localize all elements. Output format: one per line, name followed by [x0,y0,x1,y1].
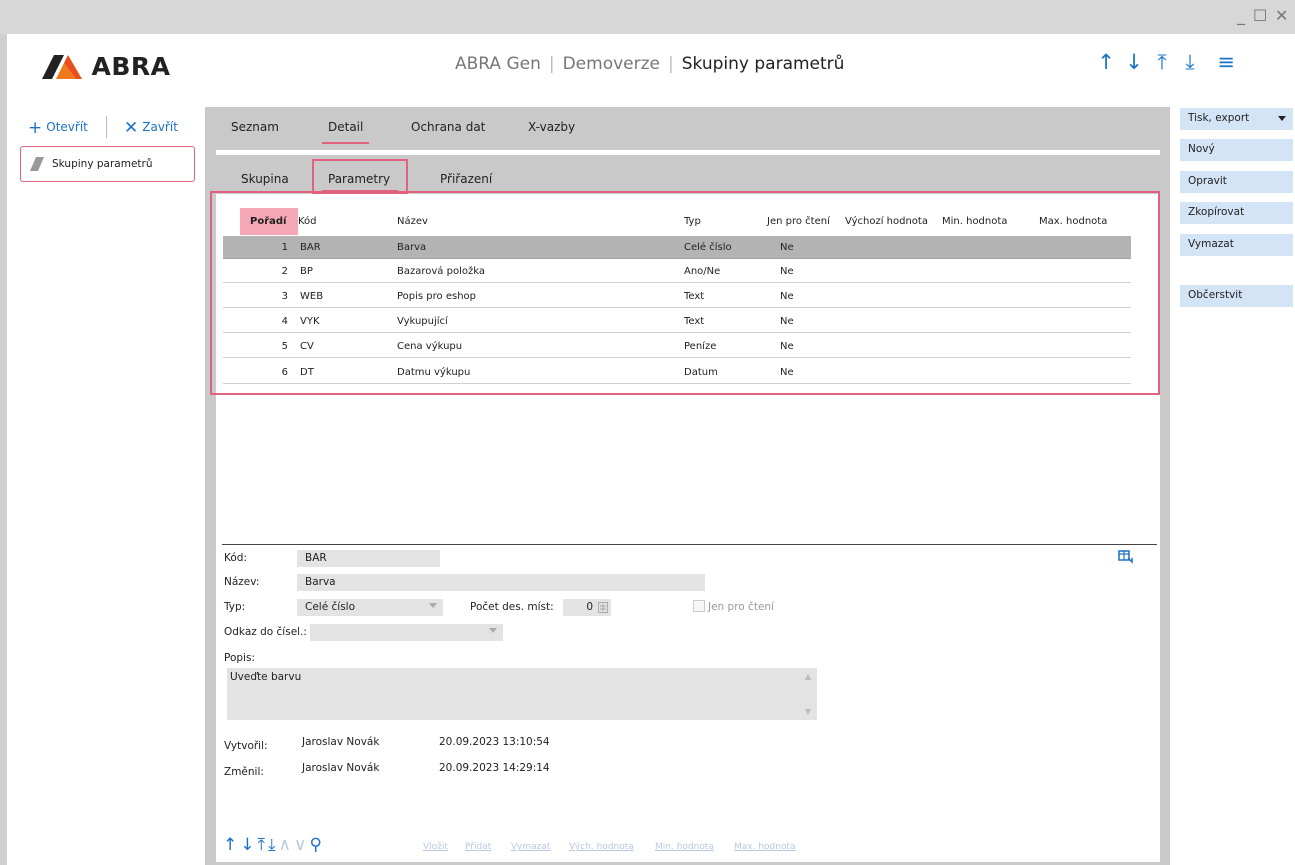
novy-button[interactable]: Nový [1180,139,1293,161]
kod-field[interactable]: BAR [297,550,440,567]
scroll-up-icon[interactable]: ▲ [805,672,811,681]
highlight-box [210,191,1160,395]
typ-label: Typ: [224,601,246,613]
vlozit-link[interactable]: Vložit [423,842,448,852]
current-agenda: Skupiny parametrů [681,54,845,74]
active-tab-underline [322,142,369,144]
vytvoril-label: Vytvořil: [224,740,268,752]
edition: Demoverze [562,54,660,74]
arrow-first-icon[interactable]: ⤒ [1148,50,1176,75]
plus-icon: + [28,118,43,138]
row-down-icon[interactable]: ↓ [240,835,254,855]
abra-logo-icon [42,54,82,79]
agenda-icon [30,157,44,171]
vych-hodnota-link[interactable]: Vých. hodnota [569,842,634,852]
vytvoril-user: Jaroslav Novák [302,736,380,748]
vymazat-link[interactable]: Vymazat [511,842,550,852]
subtab-skupina[interactable]: Skupina [241,172,289,186]
arrow-last-icon[interactable]: ⤓ [1176,50,1204,75]
typ-select[interactable]: Celé číslo [297,599,443,616]
max-hodnota-link[interactable]: Max. hodnota [734,842,796,852]
open-button[interactable]: + Otevřít [28,118,88,138]
min-hodnota-link[interactable]: Min. hodnota [655,842,714,852]
jen-pro-cteni-checkbox[interactable] [693,600,705,612]
nazev-field[interactable]: Barva [297,574,705,591]
highlight-box [312,159,408,194]
calculator-icon[interactable] [598,602,608,613]
popis-textarea[interactable]: Uveďte barvu ▲ ▼ [227,668,817,720]
tab-seznam[interactable]: Seznam [231,120,279,134]
divider [106,116,107,138]
open-document-skupiny-parametru[interactable]: Skupiny parametrů [20,146,195,182]
hamburger-menu-icon[interactable]: ≡ [1212,50,1240,74]
abra-logo: ABRA [42,52,171,81]
row-last-icon[interactable]: ⤓ [268,835,276,855]
form-divider [222,544,1157,545]
vymazat-button[interactable]: Vymazat [1180,234,1293,256]
tab-x-vazby[interactable]: X-vazby [528,120,575,134]
document-label: Skupiny parametrů [52,158,153,170]
arrow-down-icon[interactable]: ↓ [1120,50,1148,74]
app-name: ABRA Gen [455,54,541,74]
logo-text: ABRA [91,52,171,81]
zmenil-user: Jaroslav Novák [302,762,380,774]
tab-ochrana-dat[interactable]: Ochrana dat [411,120,485,134]
chevron-down-icon [429,603,437,608]
search-icon[interactable]: ⚲ [309,835,321,855]
caret-down-icon [1278,116,1286,121]
bottom-nav: ↑ ↓ ⤒ ⤓ ∧ ∨ ⚲ [223,835,325,855]
zmenil-label: Změnil: [224,766,264,778]
pocet-label: Počet des. míst: [470,601,554,613]
header-title: ABRA Gen | Demoverze | Skupiny parametrů [455,54,845,74]
chevron-down-icon [489,628,497,633]
subtab-prirazeni[interactable]: Přiřazení [440,172,492,186]
row-first-icon[interactable]: ⤒ [258,835,266,855]
vytvoril-date: 20.09.2023 13:10:54 [439,736,550,748]
opravit-button[interactable]: Opravit [1180,171,1293,193]
window-titlebar: _ ☐ ✕ [0,0,1295,34]
row-up-icon[interactable]: ↑ [223,835,237,855]
nazev-label: Název: [224,576,260,588]
kod-label: Kód: [224,552,247,564]
row-prev-icon[interactable]: ∧ [279,835,291,855]
minimize-icon[interactable]: _ [1237,6,1245,25]
maximize-icon[interactable]: ☐ [1253,6,1267,25]
popis-label: Popis: [224,652,255,664]
close-button[interactable]: ✕ Zavřít [124,118,178,138]
jen-pro-cteni-label: Jen pro čtení [708,601,774,613]
zmenil-date: 20.09.2023 14:29:14 [439,762,550,774]
header-nav: ↑ ↓ ⤒ ⤓ ≡ [1092,50,1240,75]
tisk-export-button[interactable]: Tisk, export [1180,108,1293,130]
pocet-des-mist-field[interactable]: 0 [563,599,611,616]
close-icon[interactable]: ✕ [1275,6,1288,25]
tab-separator [216,150,1160,155]
scroll-down-icon[interactable]: ▼ [805,707,811,716]
tab-detail[interactable]: Detail [328,120,363,134]
arrow-up-icon[interactable]: ↑ [1092,50,1120,74]
window-left-edge [0,34,7,865]
pridat-link[interactable]: Přidat [465,842,491,852]
close-x-icon: ✕ [124,118,139,138]
table-settings-icon[interactable] [1118,550,1134,564]
odkaz-select[interactable] [310,624,503,641]
row-next-icon[interactable]: ∨ [294,835,306,855]
odkaz-label: Odkaz do čísel.: [224,626,307,638]
obcerstvit-button[interactable]: Občerstvit [1180,285,1293,307]
zkopirovat-button[interactable]: Zkopírovat [1180,202,1293,224]
